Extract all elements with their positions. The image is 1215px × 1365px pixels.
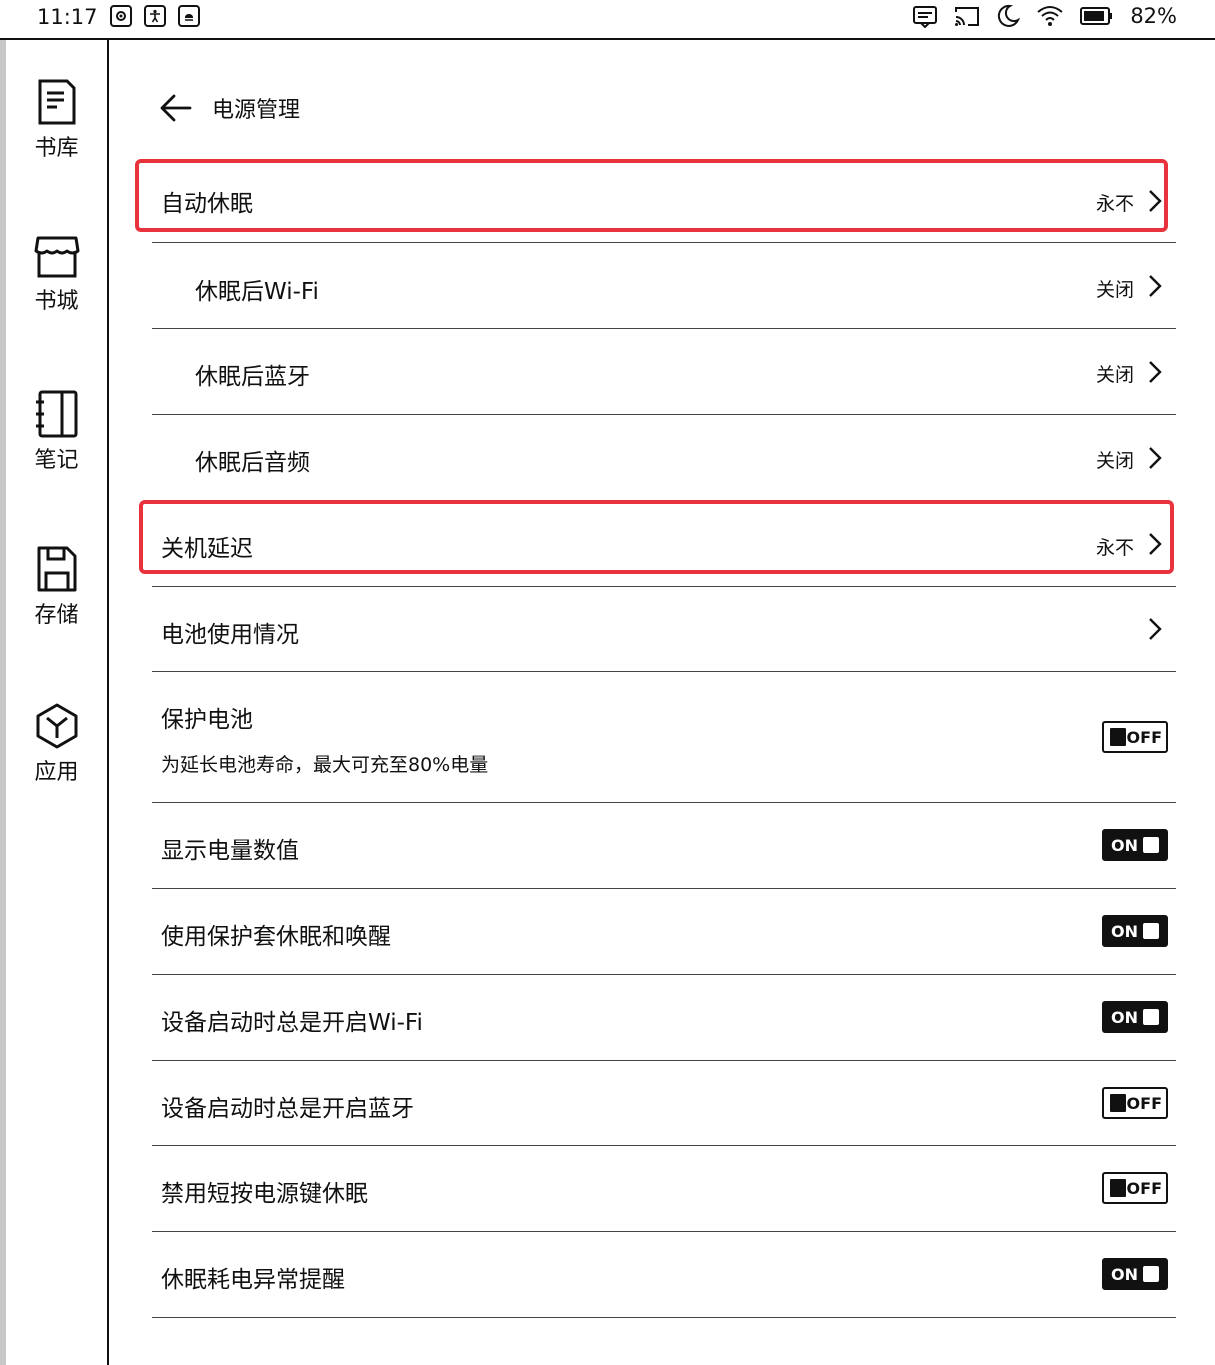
toggle-knob (1143, 1266, 1159, 1282)
storage-icon (37, 546, 76, 592)
setting-cover-sleep-wake: 使用保护套休眠和唤醒 ON (152, 889, 1176, 975)
status-bar: 11:17 82% (0, 0, 1215, 40)
side-navigation: 书库 书城 笔记 存储 应用 (6, 40, 109, 1365)
setting-title: 休眠后Wi-Fi (195, 279, 319, 305)
nav-label-storage: 存储 (34, 603, 79, 628)
highlight-box-auto-sleep (135, 159, 1168, 232)
disable-short-press-toggle[interactable]: OFF (1102, 1172, 1168, 1204)
nav-item-notes[interactable]: 笔记 (6, 390, 107, 474)
nav-item-library[interactable]: 书库 (6, 78, 107, 162)
toggle-knob (1110, 1094, 1126, 1112)
toggle-state: OFF (1126, 1093, 1162, 1113)
accessibility-icon (144, 5, 166, 27)
setting-title: 休眠耗电异常提醒 (161, 1267, 345, 1293)
status-right-icons: 82% (912, 4, 1177, 28)
toggle-state: OFF (1126, 1178, 1162, 1198)
chevron-right-icon (1149, 275, 1162, 297)
chevron-right-icon (1149, 618, 1162, 640)
sleep-drain-alert-toggle[interactable]: ON (1102, 1258, 1168, 1290)
setting-disable-short-press: 禁用短按电源键休眠 OFF (152, 1146, 1176, 1232)
library-icon (38, 79, 75, 125)
toggle-knob (1143, 1009, 1159, 1025)
toggle-knob (1143, 837, 1159, 853)
nav-item-apps[interactable]: 应用 (6, 702, 107, 786)
toggle-state: ON (1111, 1264, 1138, 1284)
setting-protect-battery: 保护电池 为延长电池寿命，最大可充至80%电量 OFF (152, 672, 1176, 803)
nav-label-notes: 笔记 (34, 448, 79, 473)
toggle-state: ON (1111, 835, 1138, 855)
setting-boot-bluetooth: 设备启动时总是开启蓝牙 OFF (152, 1061, 1176, 1146)
cover-sleep-wake-toggle[interactable]: ON (1102, 915, 1168, 947)
status-time: 11:17 (37, 5, 98, 29)
protect-battery-toggle[interactable]: OFF (1102, 721, 1168, 753)
setting-show-battery-value: 显示电量数值 ON (152, 803, 1176, 889)
setting-title: 使用保护套休眠和唤醒 (161, 924, 391, 950)
setting-title: 设备启动时总是开启Wi-Fi (161, 1010, 423, 1036)
toggle-knob (1143, 923, 1159, 939)
setting-value: 关闭 (1095, 364, 1134, 386)
show-battery-value-toggle[interactable]: ON (1102, 829, 1168, 861)
notification-icons (110, 5, 200, 27)
nav-label-store: 书城 (34, 289, 79, 314)
boot-wifi-toggle[interactable]: ON (1102, 1001, 1168, 1033)
setting-value: 关闭 (1095, 450, 1134, 472)
setting-audio-after-sleep[interactable]: 休眠后音频 关闭 (152, 415, 1176, 501)
setting-wifi-after-sleep[interactable]: 休眠后Wi-Fi 关闭 (152, 243, 1176, 329)
toggle-knob (1110, 1179, 1126, 1197)
setting-subtitle: 为延长电池寿命，最大可充至80%电量 (161, 754, 489, 776)
setting-title: 电池使用情况 (161, 622, 299, 648)
setting-battery-usage[interactable]: 电池使用情况 (152, 587, 1176, 672)
toggle-state: ON (1111, 1007, 1138, 1027)
boot-bluetooth-toggle[interactable]: OFF (1102, 1087, 1168, 1119)
store-icon (34, 236, 79, 278)
toggle-knob (1110, 728, 1126, 746)
wifi-icon (1037, 6, 1063, 26)
notebook-icon (35, 390, 77, 438)
setting-title: 设备启动时总是开启蓝牙 (161, 1096, 414, 1122)
chevron-right-icon (1149, 361, 1162, 383)
cast-icon (955, 7, 980, 26)
chevron-right-icon (1149, 447, 1162, 469)
back-arrow-icon[interactable] (158, 93, 192, 123)
setting-sleep-drain-alert: 休眠耗电异常提醒 ON (152, 1232, 1176, 1318)
apps-icon (36, 703, 77, 749)
cloud-notification-icon (178, 5, 200, 27)
highlight-box-shutdown-delay (139, 500, 1174, 574)
moon-icon (998, 4, 1021, 27)
settings-notification-icon (110, 5, 132, 27)
setting-bluetooth-after-sleep[interactable]: 休眠后蓝牙 关闭 (152, 329, 1176, 415)
battery-icon (1080, 7, 1113, 25)
setting-title: 休眠后音频 (195, 450, 310, 476)
setting-title: 休眠后蓝牙 (195, 364, 310, 390)
nav-label-apps: 应用 (34, 760, 79, 785)
setting-title: 显示电量数值 (161, 838, 299, 864)
toggle-state: ON (1111, 921, 1138, 941)
nav-item-storage[interactable]: 存储 (6, 545, 107, 629)
page-title: 电源管理 (212, 98, 301, 123)
nav-item-store[interactable]: 书城 (6, 235, 107, 315)
subtitles-icon (913, 6, 938, 28)
toggle-state: OFF (1126, 727, 1162, 747)
setting-title: 保护电池 (161, 707, 253, 733)
nav-label-library: 书库 (34, 136, 79, 161)
page-header: 电源管理 (158, 92, 300, 124)
battery-percentage: 82% (1130, 4, 1177, 28)
setting-boot-wifi: 设备启动时总是开启Wi-Fi ON (152, 975, 1176, 1061)
setting-title: 禁用短按电源键休眠 (161, 1181, 368, 1207)
setting-value: 关闭 (1095, 279, 1134, 301)
